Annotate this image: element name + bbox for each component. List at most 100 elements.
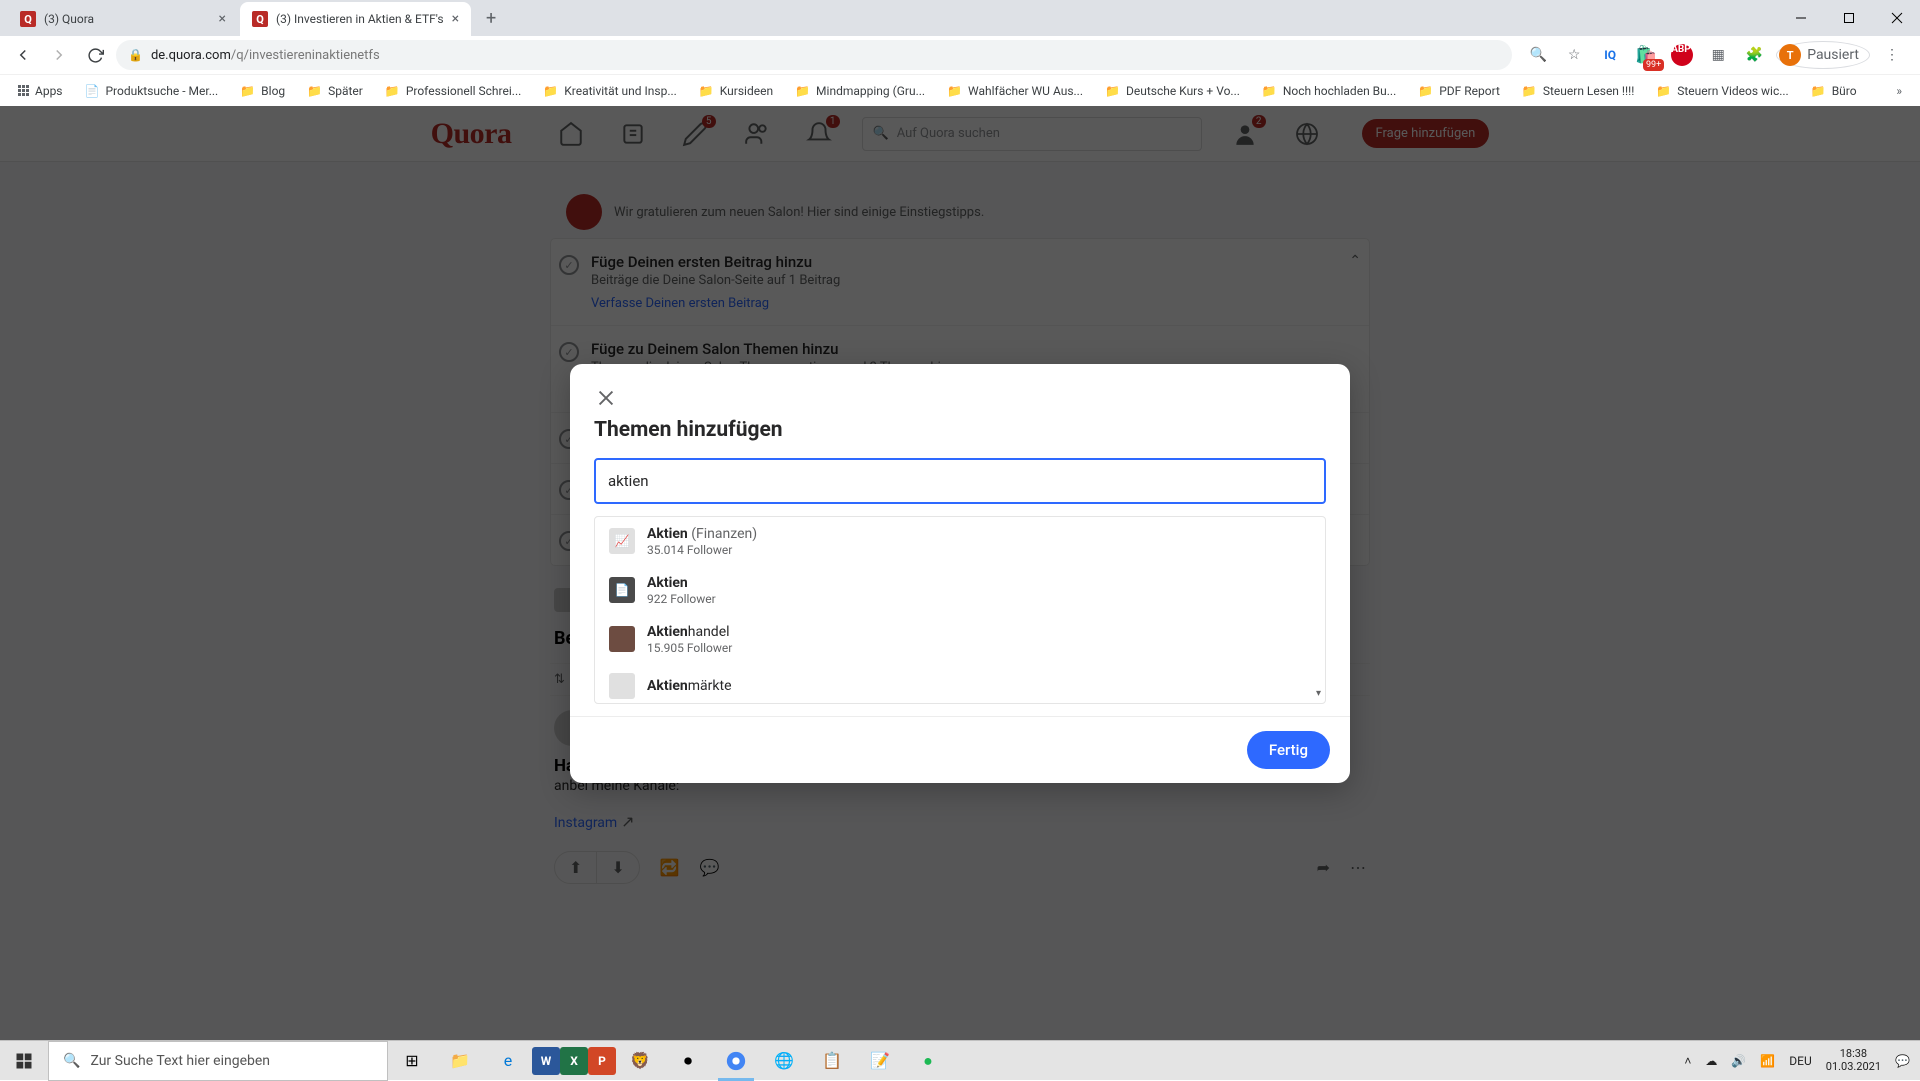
bookmark-item[interactable]: Steuern Videos wic... xyxy=(1646,80,1798,102)
extension-badge-icon[interactable]: 🛍️ 99+ xyxy=(1632,41,1660,69)
wifi-icon[interactable]: 📶 xyxy=(1754,1041,1781,1081)
extension-abp-icon[interactable]: ABP xyxy=(1668,41,1696,69)
active-indicator xyxy=(718,1078,754,1081)
start-button[interactable] xyxy=(0,1041,48,1081)
notifications-icon[interactable]: 💬 xyxy=(1889,1041,1916,1081)
dropdown-arrow-icon[interactable]: ▾ xyxy=(1316,688,1321,699)
bookmark-item[interactable]: Noch hochladen Bu... xyxy=(1252,80,1406,102)
toolbar-icons: 🔍 ☆ IQ 🛍️ 99+ ABP ▦ 🧩 T Pausiert ⋮ xyxy=(1518,41,1912,69)
edge-legacy-icon[interactable]: e xyxy=(484,1041,532,1081)
excel-icon[interactable]: X xyxy=(560,1047,588,1075)
url-domain: de.quora.com xyxy=(151,48,231,63)
time-label: 18:38 xyxy=(1840,1048,1867,1061)
search-placeholder: Zur Suche Text hier eingeben xyxy=(90,1053,270,1069)
bookmark-item[interactable]: Steuern Lesen !!!! xyxy=(1512,80,1644,102)
bookmark-label: Professionell Schrei... xyxy=(406,84,521,98)
bookmark-overflow[interactable]: » xyxy=(1886,80,1912,102)
modal-overlay[interactable]: Themen hinzufügen 📈 Aktien (Finanzen) 35… xyxy=(0,106,1920,1040)
suggestion-followers: 15.905 Follower xyxy=(647,641,732,655)
spotify-icon[interactable]: ● xyxy=(904,1041,952,1081)
topic-suggestion[interactable]: 📄 Aktien 922 Follower xyxy=(595,566,1325,615)
suggestion-bold: Aktien xyxy=(647,526,688,542)
bookmark-label: Steuern Lesen !!!! xyxy=(1543,84,1634,98)
extension-icon[interactable]: ▦ xyxy=(1704,41,1732,69)
url-field[interactable]: 🔒 de.quora.com/q/investiereninaktienetfs xyxy=(116,40,1512,70)
apps-icon xyxy=(18,85,29,96)
close-icon[interactable]: × xyxy=(452,11,459,27)
obs-icon[interactable]: ⏺ xyxy=(664,1041,712,1081)
notepad-icon[interactable]: 📝 xyxy=(856,1041,904,1081)
bookmark-item[interactable]: Professionell Schrei... xyxy=(375,80,531,102)
menu-icon[interactable]: ⋮ xyxy=(1878,41,1906,69)
bookmark-apps[interactable]: Apps xyxy=(8,80,73,102)
quora-favicon: Q xyxy=(252,11,268,27)
bookmark-item[interactable]: 📄Produktsuche - Mer... xyxy=(75,80,229,102)
taskbar-apps: ⊞ 📁 e W X P 🦁 ⏺ 🌐 📋 📝 ● xyxy=(388,1041,952,1081)
taskbar-search[interactable]: 🔍 Zur Suche Text hier eingeben xyxy=(48,1041,388,1081)
app-icon[interactable]: 📋 xyxy=(808,1041,856,1081)
topic-suggestion[interactable]: 📈 Aktien (Finanzen) 35.014 Follower xyxy=(595,517,1325,566)
folder-icon xyxy=(1811,84,1826,98)
taskbar: 🔍 Zur Suche Text hier eingeben ⊞ 📁 e W X… xyxy=(0,1040,1920,1080)
bookmark-item[interactable]: Blog xyxy=(230,80,295,102)
page-icon: 📄 xyxy=(85,84,100,98)
bookmark-label: Mindmapping (Gru... xyxy=(816,84,925,98)
bookmark-item[interactable]: Kreativität und Insp... xyxy=(533,80,687,102)
close-window-button[interactable] xyxy=(1874,3,1920,33)
bookmark-item[interactable]: Mindmapping (Gru... xyxy=(785,80,935,102)
bookmark-item[interactable]: Später xyxy=(297,80,373,102)
close-modal-button[interactable] xyxy=(590,382,622,414)
forward-button[interactable] xyxy=(44,40,74,70)
back-button[interactable] xyxy=(8,40,38,70)
onedrive-icon[interactable]: ☁ xyxy=(1699,1041,1723,1081)
close-icon[interactable]: × xyxy=(219,11,226,27)
folder-icon xyxy=(385,84,400,98)
explorer-icon[interactable]: 📁 xyxy=(436,1041,484,1081)
bookmark-label: Apps xyxy=(35,84,63,98)
folder-icon xyxy=(1262,84,1277,98)
tab-investieren[interactable]: Q (3) Investieren in Aktien & ETF's × xyxy=(240,2,471,36)
topic-suggestion[interactable]: Aktienhandel 15.905 Follower xyxy=(595,615,1325,664)
profile-button[interactable]: T Pausiert xyxy=(1776,41,1870,69)
minimize-button[interactable] xyxy=(1778,3,1824,33)
suggestion-context: (Finanzen) xyxy=(688,526,757,542)
tray-expand-icon[interactable]: ˄ xyxy=(1678,1041,1697,1081)
new-tab-button[interactable]: + xyxy=(477,4,505,32)
bookmark-label: Kursideen xyxy=(720,84,773,98)
chrome-icon[interactable] xyxy=(712,1041,760,1081)
bookmark-item[interactable]: Büro xyxy=(1801,80,1867,102)
bookmark-item[interactable]: Wahlfächer WU Aus... xyxy=(937,80,1093,102)
topic-icon: 📈 xyxy=(609,528,635,554)
bookmark-label: Blog xyxy=(261,84,285,98)
tab-quora[interactable]: Q (3) Quora × xyxy=(8,2,238,36)
brave-icon[interactable]: 🦁 xyxy=(616,1041,664,1081)
topic-search-input[interactable] xyxy=(596,460,1324,502)
suggestion-followers: 35.014 Follower xyxy=(647,543,757,557)
language-indicator[interactable]: DEU xyxy=(1783,1041,1817,1081)
quora-favicon: Q xyxy=(20,11,36,27)
bookmark-item[interactable]: PDF Report xyxy=(1408,80,1510,102)
powerpoint-icon[interactable]: P xyxy=(588,1047,616,1075)
system-tray: ˄ ☁ 🔊 📶 DEU 18:38 01.03.2021 💬 xyxy=(1678,1041,1920,1081)
star-icon[interactable]: ☆ xyxy=(1560,41,1588,69)
tab-title: (3) Quora xyxy=(44,12,211,26)
maximize-button[interactable] xyxy=(1826,3,1872,33)
suggestion-rest: handel xyxy=(688,624,730,640)
volume-icon[interactable]: 🔊 xyxy=(1725,1041,1752,1081)
word-icon[interactable]: W xyxy=(532,1047,560,1075)
bookmark-item[interactable]: Deutsche Kurs + Vo... xyxy=(1095,80,1250,102)
clock[interactable]: 18:38 01.03.2021 xyxy=(1820,1041,1887,1081)
zoom-icon[interactable]: 🔍 xyxy=(1524,41,1552,69)
bookmark-label: Später xyxy=(328,84,363,98)
extension-iq-icon[interactable]: IQ xyxy=(1596,41,1624,69)
reload-button[interactable] xyxy=(80,40,110,70)
suggestion-bold: Aktien xyxy=(647,575,688,591)
task-view-icon[interactable]: ⊞ xyxy=(388,1041,436,1081)
browser-chrome: Q (3) Quora × Q (3) Investieren in Aktie… xyxy=(0,0,1920,107)
search-icon: 🔍 xyxy=(63,1053,80,1069)
edge-icon[interactable]: 🌐 xyxy=(760,1041,808,1081)
done-button[interactable]: Fertig xyxy=(1247,731,1330,769)
bookmark-item[interactable]: Kursideen xyxy=(689,80,783,102)
topic-suggestion[interactable]: Aktienmärkte xyxy=(595,664,1325,703)
extensions-puzzle-icon[interactable]: 🧩 xyxy=(1740,41,1768,69)
